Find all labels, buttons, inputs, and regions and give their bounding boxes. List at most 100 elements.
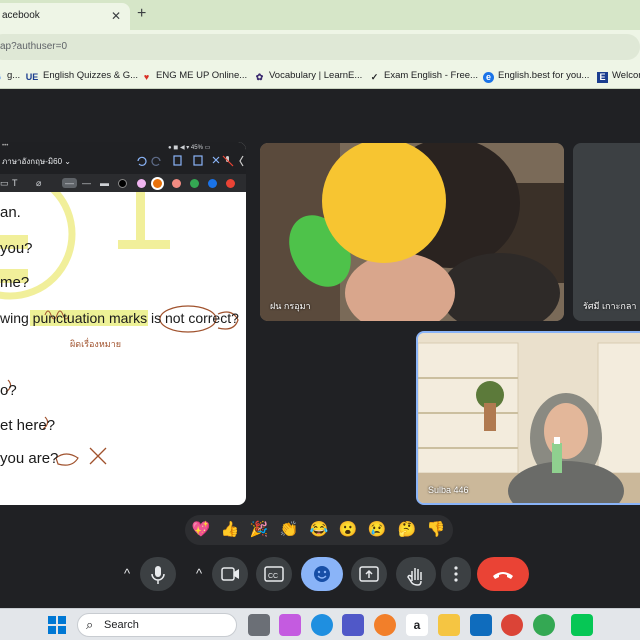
- bookmark-label: ENG ME UP Online...: [156, 70, 248, 81]
- file-explorer-icon[interactable]: [438, 614, 460, 636]
- bookmark-label: English.best for you...: [498, 70, 590, 81]
- bookmark-item[interactable]: ✓ Exam English - Free...: [369, 70, 478, 83]
- text-tool-icon[interactable]: T: [12, 178, 18, 188]
- camera-button[interactable]: [212, 557, 248, 591]
- taskbar-search[interactable]: ⌕ Search: [77, 613, 237, 637]
- ipad-dots-icon: •••: [2, 143, 9, 149]
- hand-icon: [407, 568, 422, 586]
- question-line: wing punctuation marks is not correct?: [0, 310, 239, 326]
- amazon-icon[interactable]: a: [406, 614, 428, 636]
- more-options-button[interactable]: [441, 557, 471, 591]
- bookmark-label: Vocabulary | LearnE...: [269, 70, 363, 81]
- note-line: you?: [0, 240, 33, 257]
- note-line: an.: [0, 204, 21, 221]
- lesson-notes: an. you? me? wing punctuation marks is n…: [0, 192, 246, 505]
- status-bar: ● ◼ ◀ ▾ 45% ▭: [168, 145, 211, 151]
- ue-logo-icon: UE: [25, 72, 39, 82]
- google-icon: G: [0, 72, 3, 83]
- color-salmon-swatch[interactable]: [172, 179, 181, 188]
- note-line: me?: [0, 274, 30, 291]
- participant-tile[interactable]: รัศมี เกาะกลา: [573, 143, 640, 321]
- bookmark-item[interactable]: Gg...: [0, 70, 20, 83]
- browser-tab-strip: acebook ✕ +: [0, 0, 640, 30]
- search-icon: ⌕: [86, 617, 94, 632]
- bookmark-item[interactable]: ♥ ENG ME UP Online...: [141, 70, 247, 83]
- pen-medium-icon[interactable]: —: [82, 178, 91, 188]
- raise-hand-button[interactable]: [396, 557, 436, 591]
- clapping-reaction[interactable]: 👏: [279, 520, 299, 540]
- copilot-icon[interactable]: [279, 614, 301, 636]
- color-blue-swatch[interactable]: [208, 179, 217, 188]
- bookmark-label: g...: [7, 70, 21, 81]
- note-line: you are?: [0, 450, 59, 467]
- thinking-reaction[interactable]: 🤔: [397, 520, 417, 540]
- color-orange-swatch[interactable]: [153, 179, 162, 188]
- note-line: et here?: [0, 417, 56, 434]
- new-tab-button[interactable]: +: [137, 5, 146, 23]
- bookmark-label: Exam English - Free...: [384, 70, 478, 81]
- crying-reaction[interactable]: 😢: [367, 520, 387, 540]
- color-green-swatch[interactable]: [190, 179, 199, 188]
- thumbs-up-reaction[interactable]: 👍: [220, 520, 240, 540]
- firefox-icon[interactable]: [374, 614, 396, 636]
- ipad-action-icons: [137, 155, 244, 167]
- presentation-screen: ••• ภาษาอังกฤษ-มิ60 ⌄ ● ◼ ◀ ▾ 45% ▭ ▭ T …: [0, 142, 246, 505]
- url-text: ap?authuser=0: [0, 41, 68, 52]
- pen-thick-icon[interactable]: ▬: [100, 178, 109, 188]
- participant-tile[interactable]: ฝน กรอุมา: [260, 143, 564, 321]
- captions-icon: CC: [264, 566, 284, 582]
- tab-close-icon[interactable]: ✕: [111, 9, 121, 23]
- present-screen-button[interactable]: [351, 557, 387, 591]
- more-vertical-icon: [454, 566, 458, 582]
- microphone-icon: [151, 566, 165, 584]
- present-icon: [359, 566, 379, 582]
- color-pink-swatch[interactable]: [137, 179, 146, 188]
- bookmark-item[interactable]: e English.best for you...: [483, 70, 589, 83]
- laughing-reaction[interactable]: 😂: [309, 520, 329, 540]
- participant-video: [260, 143, 564, 321]
- emoji-reactions-button[interactable]: [301, 557, 343, 591]
- camera-icon: [221, 567, 239, 581]
- line-app-icon[interactable]: [571, 614, 593, 636]
- party-popper-reaction[interactable]: 🎉: [249, 520, 269, 540]
- eraser-icon[interactable]: ⌀: [36, 178, 41, 189]
- hang-up-icon: [493, 572, 513, 579]
- note-line: o?: [0, 382, 17, 399]
- english-best-icon: e: [483, 72, 494, 83]
- camera-options-chevron-icon[interactable]: ^: [196, 566, 202, 581]
- handwritten-note: ผิดเรื่องหมาย: [70, 339, 122, 349]
- pen-thin-icon[interactable]: —: [62, 178, 77, 188]
- mail-icon[interactable]: [470, 614, 492, 636]
- drawing-toolbar: ▭ T ⌀ — — ▬: [0, 174, 246, 192]
- bookmarks-bar: Gg... UE English Quizzes & G... ♥ ENG ME U…: [0, 63, 640, 89]
- participant-name: รัศมี เกาะกลา: [583, 301, 637, 311]
- chrome-active-icon[interactable]: [533, 614, 555, 636]
- windows-start-icon[interactable]: [48, 616, 66, 634]
- checkmark-icon: ✓: [370, 72, 379, 82]
- mic-options-chevron-icon[interactable]: ^: [124, 566, 130, 581]
- chrome-icon[interactable]: [501, 614, 523, 636]
- crop-icon[interactable]: ▭: [0, 178, 9, 189]
- surprised-reaction[interactable]: 😮: [338, 520, 358, 540]
- captions-button[interactable]: CC: [256, 557, 292, 591]
- task-view-icon[interactable]: [248, 614, 270, 636]
- thumbs-down-reaction[interactable]: 👎: [426, 520, 446, 540]
- participant-name: Sulba 446: [428, 485, 469, 495]
- color-black-swatch[interactable]: [118, 179, 127, 188]
- bookmark-item[interactable]: UE English Quizzes & G...: [25, 70, 138, 83]
- bookmark-item[interactable]: E Welcom: [597, 70, 640, 83]
- heart-reaction[interactable]: 💖: [191, 520, 211, 540]
- flower-icon: ✿: [255, 72, 264, 82]
- edge-icon[interactable]: [311, 614, 333, 636]
- bookmark-item[interactable]: ✿ Vocabulary | LearnE...: [254, 70, 363, 83]
- teams-icon[interactable]: [342, 614, 364, 636]
- leave-call-button[interactable]: [477, 557, 529, 591]
- participant-video: [418, 333, 640, 503]
- microphone-button[interactable]: [140, 557, 176, 591]
- color-red-swatch[interactable]: [226, 179, 235, 188]
- browser-tab[interactable]: acebook ✕: [0, 3, 130, 30]
- search-placeholder: Search: [104, 619, 139, 631]
- taskbar: ⌕ Search a: [0, 608, 640, 640]
- address-bar[interactable]: ap?authuser=0: [0, 34, 640, 60]
- participant-tile-active[interactable]: Sulba 446: [416, 331, 640, 505]
